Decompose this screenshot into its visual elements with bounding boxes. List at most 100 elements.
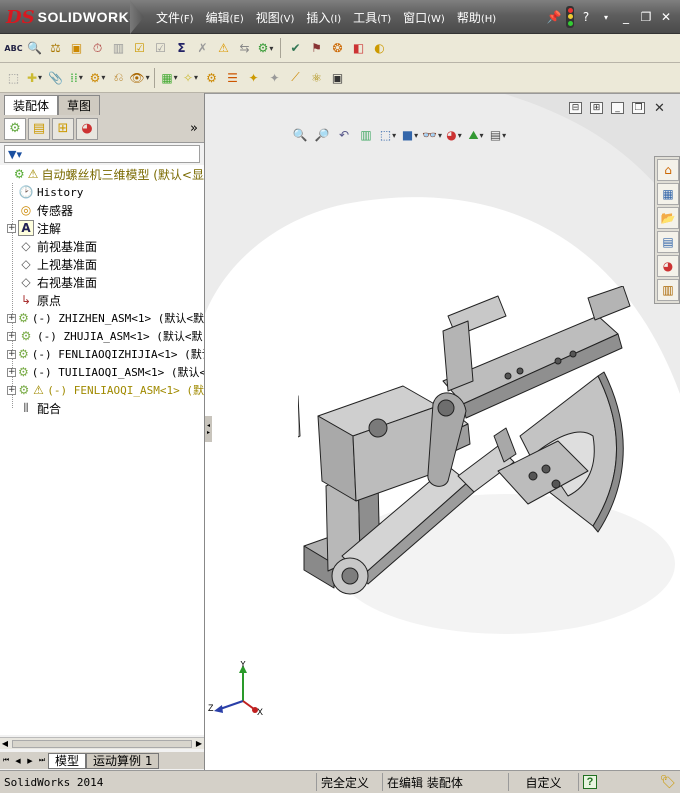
tree-node[interactable]: ⚙ ⚠ 自动螺丝机三维模型 (默认<显 — [0, 165, 204, 183]
expand-toggle-icon[interactable]: + — [7, 223, 16, 233]
section-properties-icon[interactable]: ▣ — [67, 39, 86, 58]
reference-geometry-icon[interactable]: ✧ — [181, 68, 200, 87]
view-palette-icon[interactable]: ▤ — [657, 231, 679, 253]
bill-of-materials-icon[interactable]: ☰ — [223, 68, 242, 87]
tab-assembly[interactable]: 装配体 — [4, 95, 59, 115]
geometry-analysis-icon[interactable]: ▥ — [109, 39, 128, 58]
viewport-close-icon[interactable]: ✕ — [653, 101, 666, 116]
zoom-to-area-icon[interactable]: 🔎 — [313, 126, 331, 144]
menu-item-0[interactable]: 文件(F) — [150, 9, 200, 26]
assembly-features-icon[interactable]: ▦ — [160, 68, 179, 87]
menu-item-5[interactable]: 窗口(W) — [397, 9, 451, 26]
expand-toggle-icon[interactable]: + — [7, 349, 16, 359]
render-tools-icon[interactable]: ◐ — [370, 39, 389, 58]
design-checker-icon[interactable]: ✔ — [286, 39, 305, 58]
exploded-view-icon[interactable]: ✦ — [244, 68, 263, 87]
insert-component-icon[interactable]: ⬚ — [4, 68, 23, 87]
warning-tool-icon[interactable]: ⚠ — [214, 39, 233, 58]
new-part-icon[interactable]: ✚ — [25, 68, 44, 87]
menu-item-6[interactable]: 帮助(H) — [451, 9, 502, 26]
viewport-tile-icon[interactable]: ⊟ — [569, 102, 582, 114]
expand-toggle-icon[interactable]: + — [7, 331, 16, 341]
viewport-restore-icon[interactable]: ❐ — [632, 102, 645, 114]
mass-properties-icon[interactable]: ⚖ — [46, 39, 65, 58]
property-manager-icon[interactable]: ▤ — [28, 117, 50, 140]
find-references-icon[interactable]: 🔍 — [25, 39, 44, 58]
viewport-split-icon[interactable]: ⊞ — [590, 102, 603, 114]
tree-node[interactable]: + ⚙ (-) TUILIAOQI_ASM<1> (默认< — [0, 363, 204, 381]
tree-node[interactable]: ◇ 右视基准面 — [0, 273, 204, 291]
edit-appearance-icon[interactable]: ◕ — [445, 126, 463, 144]
appearances-scenes-icon[interactable]: ◕ — [657, 255, 679, 277]
tree-horizontal-scrollbar[interactable]: ◀ ▶ — [0, 737, 204, 749]
status-tag-icon[interactable]: 🏷 — [655, 773, 680, 791]
tab-model[interactable]: 模型 — [48, 752, 87, 769]
expand-toggle-icon[interactable]: + — [7, 385, 16, 395]
tree-node[interactable]: + ⚙ (-) ZHIZHEN_ASM<1> (默认<默 — [0, 309, 204, 327]
tree-node[interactable]: + A 注解 — [0, 219, 204, 237]
help-icon[interactable]: ? — [578, 9, 594, 25]
expand-toggle-icon[interactable]: + — [7, 313, 16, 323]
spell-check-icon[interactable]: ABC — [4, 39, 23, 58]
tree-node[interactable]: + ⚙ ⚠ (-) FENLIAOQI_ASM<1> (默 — [0, 381, 204, 399]
solidworks-resources-icon[interactable]: ⌂ — [657, 159, 679, 181]
minimize-icon[interactable]: _ — [618, 9, 634, 25]
tree-node[interactable]: ↳ 原点 — [0, 291, 204, 309]
menu-item-2[interactable]: 视图(V) — [250, 9, 301, 26]
equations-icon[interactable]: Σ — [172, 39, 191, 58]
clearance-verification-icon[interactable]: ⚛ — [307, 68, 326, 87]
menu-item-1[interactable]: 编辑(E) — [200, 9, 250, 26]
tree-node[interactable]: + ⚙ (-) FENLIAOQIZHIJIA<1> (默认 — [0, 345, 204, 363]
costing-icon[interactable]: ⚑ — [307, 39, 326, 58]
tab-sketch[interactable]: 草图 — [58, 95, 101, 115]
tree-filter-bar[interactable]: ▼▾ — [4, 145, 200, 163]
tree-node[interactable]: ◎ 传感器 — [0, 201, 204, 219]
pin-icon[interactable]: 📌 — [546, 9, 562, 25]
import-diagnostics-icon[interactable]: ☑ — [130, 39, 149, 58]
interference-check-icon[interactable]: ⟋ — [286, 68, 305, 87]
tab-motion-study[interactable]: 运动算例 1 — [86, 752, 160, 769]
more-tabs-icon[interactable]: » — [190, 121, 198, 136]
status-help-icon[interactable]: ? — [578, 773, 601, 791]
scroll-right-icon[interactable]: ▶ — [194, 739, 204, 748]
next-tab-icon[interactable]: ▶ — [24, 755, 36, 767]
filter-icon[interactable]: ▼▾ — [8, 148, 22, 161]
menu-item-4[interactable]: 工具(T) — [347, 9, 397, 26]
display-style-icon[interactable]: ■ — [401, 126, 419, 144]
graphics-area[interactable]: ⊟ ⊞ _ ❐ ✕ 🔍 🔎 ↶ ▥ ⬚ ■ 👓 ◕ ⛰ ▤ ⌂ ▦ 📂 ▤ ◕ … — [205, 93, 680, 770]
feature-manager-icon[interactable]: ⚙ — [4, 117, 26, 140]
section-view-icon[interactable]: ▥ — [357, 126, 375, 144]
scroll-thumb[interactable] — [12, 739, 192, 748]
zoom-to-fit-icon[interactable]: 🔍 — [291, 126, 309, 144]
expand-toggle-icon[interactable]: + — [7, 367, 16, 377]
explode-line-sketch-icon[interactable]: ✦ — [265, 68, 284, 87]
viewport-minimize-icon[interactable]: _ — [611, 102, 624, 114]
interference-detection-icon[interactable]: ✗ — [193, 39, 212, 58]
restore-icon[interactable]: ❐ — [638, 9, 654, 25]
tree-node[interactable]: ⫴ 配合 — [0, 399, 204, 417]
previous-view-icon[interactable]: ↶ — [335, 126, 353, 144]
first-tab-icon[interactable]: ⏮ — [0, 755, 12, 767]
mate-icon[interactable]: 📎 — [46, 68, 65, 87]
tree-node[interactable]: ◇ 前视基准面 — [0, 237, 204, 255]
menu-item-3[interactable]: 插入(I) — [300, 9, 347, 26]
traffic-light-icon[interactable] — [566, 6, 574, 28]
display-manager-icon[interactable]: ◕ — [76, 117, 98, 140]
tree-node[interactable]: + ⚙ (-) ZHUJIA_ASM<1> (默认<默 — [0, 327, 204, 345]
apply-scene-icon[interactable]: ⛰ — [467, 126, 485, 144]
last-tab-icon[interactable]: ⏭ — [36, 755, 48, 767]
move-component-icon[interactable]: ⎌ — [109, 68, 128, 87]
tree-node[interactable]: ◇ 上视基准面 — [0, 255, 204, 273]
check-icon[interactable]: ⏱ — [88, 39, 107, 58]
solidworks-logo[interactable]: DS SOLIDWORKS — [6, 6, 139, 28]
smart-fasteners-icon[interactable]: ⚙ — [88, 68, 107, 87]
prev-tab-icon[interactable]: ◀ — [12, 755, 24, 767]
instant3d-icon[interactable]: ▣ — [328, 68, 347, 87]
close-icon[interactable]: ✕ — [658, 9, 674, 25]
configuration-manager-icon[interactable]: ⊞ — [52, 117, 74, 140]
view-orientation-icon[interactable]: ⬚ — [379, 126, 397, 144]
scroll-left-icon[interactable]: ◀ — [0, 739, 10, 748]
hide-show-items-icon[interactable]: 👓 — [422, 126, 441, 144]
tree-node[interactable]: 🕑 History — [0, 183, 204, 201]
status-units[interactable]: 自定义 — [508, 773, 578, 791]
